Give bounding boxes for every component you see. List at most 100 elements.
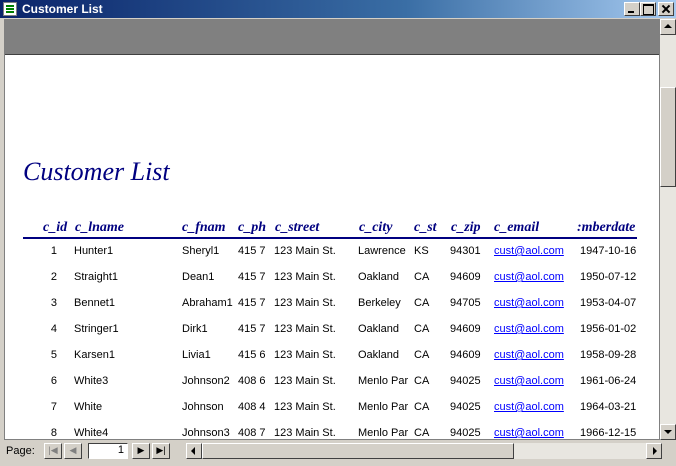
maximize-button[interactable] — [640, 2, 656, 16]
cell-c-lname: White3 — [74, 375, 109, 387]
first-page-button[interactable]: |◀ — [44, 443, 62, 459]
cell-c-lname: Hunter1 — [74, 245, 114, 257]
cell-c-street: 123 Main St. — [274, 323, 336, 335]
column-header-c-st: c_st — [414, 220, 437, 235]
cell-c-st: CA — [414, 401, 430, 413]
table-row: 1 Hunter1 Sheryl1 415 7 123 Main St. Lawrence… — [5, 245, 659, 271]
record-navigation-bar: Page: |◀ ◀ 1 ▶ ▶| — [0, 440, 676, 466]
horizontal-scroll-thumb[interactable] — [202, 443, 514, 459]
next-record-icon: ▶ — [137, 445, 145, 455]
table-row: 6 White3 Johnson2 408 6 123 Main St. Menlo Pa… — [5, 375, 659, 401]
cell-c-phone: 415 6 — [238, 349, 266, 361]
cell-c-lname: Karsen1 — [74, 349, 115, 361]
cell-c-st: KS — [414, 245, 429, 257]
cell-c-phone: 408 7 — [238, 427, 266, 439]
cell-c-st: CA — [414, 297, 430, 309]
report-icon[interactable] — [3, 2, 17, 16]
column-header-memberdate: :mberdate — [577, 220, 636, 235]
report-window: Customer List Customer List c_id c_lname c… — [0, 0, 676, 466]
table-row: 4 Stringer1 Dirk1 415 7 123 Main St. Oakland C… — [5, 323, 659, 349]
cell-c-city: Oakland — [358, 323, 399, 335]
table-row: 5 Karsen1 Livia1 415 6 123 Main St. Oakland CA… — [5, 349, 659, 375]
cell-c-email[interactable]: cust@aol.com — [494, 349, 566, 361]
next-page-button[interactable]: ▶ — [132, 443, 150, 459]
cell-c-id: 4 — [50, 323, 57, 335]
close-button[interactable] — [658, 2, 674, 16]
size-grip[interactable] — [662, 444, 676, 466]
cell-c-city: Lawrence — [358, 245, 406, 257]
cell-c-fname: Johnson2 — [182, 375, 230, 387]
cell-c-st: CA — [414, 271, 430, 283]
cell-c-lname: White4 — [74, 427, 109, 439]
cell-c-city: Menlo Par — [358, 401, 409, 413]
cell-c-id: 1 — [50, 245, 57, 257]
column-header-c-zip: c_zip — [451, 220, 481, 235]
scroll-down-button[interactable] — [660, 424, 676, 440]
column-header-c-fname: c_fnam — [182, 220, 226, 235]
column-header-c-lname: c_lname — [75, 220, 124, 235]
cell-c-lname: Bennet1 — [74, 297, 115, 309]
column-header-c-phone: c_ph — [238, 220, 266, 235]
column-header-c-street: c_street — [275, 220, 320, 235]
cell-c-phone: 408 6 — [238, 375, 266, 387]
cell-c-zip: 94705 — [450, 297, 481, 309]
cell-c-phone: 415 7 — [238, 245, 266, 257]
cell-c-email[interactable]: cust@aol.com — [494, 427, 566, 439]
previous-record-icon: ◀ — [69, 445, 77, 455]
cell-c-zip: 94301 — [450, 245, 481, 257]
cell-c-email[interactable]: cust@aol.com — [494, 401, 566, 413]
cell-c-email[interactable]: cust@aol.com — [494, 271, 566, 283]
cell-c-zip: 94609 — [450, 323, 481, 335]
cell-c-lname: White — [74, 401, 103, 413]
cell-memberdate: 1961-06-24 — [580, 375, 637, 387]
cell-c-zip: 94609 — [450, 271, 481, 283]
vertical-scrollbar[interactable] — [660, 19, 676, 440]
page-number-field[interactable]: 1 — [88, 443, 128, 459]
cell-c-st: CA — [414, 349, 430, 361]
table-row: 8 White4 Johnson3 408 7 123 Main St. Menlo Pa… — [5, 427, 659, 439]
cell-c-id: 3 — [50, 297, 57, 309]
cell-c-fname: Johnson3 — [182, 427, 230, 439]
cell-c-fname: Dean1 — [182, 271, 215, 283]
cell-c-city: Oakland — [358, 349, 399, 361]
horizontal-scrollbar[interactable] — [186, 443, 662, 459]
vertical-scroll-thumb[interactable] — [660, 87, 676, 187]
cell-c-email[interactable]: cust@aol.com — [494, 297, 566, 309]
cell-c-fname: Johnson — [182, 401, 224, 413]
previous-page-button[interactable]: ◀ — [64, 443, 82, 459]
cell-c-email[interactable]: cust@aol.com — [494, 375, 566, 387]
cell-c-email[interactable]: cust@aol.com — [494, 323, 566, 335]
cell-c-phone: 415 7 — [238, 297, 266, 309]
cell-c-zip: 94025 — [450, 401, 481, 413]
report-title: Customer List — [23, 157, 170, 186]
cell-c-street: 123 Main St. — [274, 349, 336, 361]
scroll-up-button[interactable] — [660, 19, 676, 35]
cell-c-id: 2 — [50, 271, 57, 283]
cell-c-street: 123 Main St. — [274, 375, 336, 387]
title-bar[interactable]: Customer List — [0, 0, 676, 18]
cell-memberdate: 1956-01-02 — [580, 323, 637, 335]
cell-memberdate: 1966-12-15 — [580, 427, 637, 439]
cell-c-st: CA — [414, 323, 430, 335]
minimize-button[interactable] — [624, 2, 640, 16]
cell-c-street: 123 Main St. — [274, 271, 336, 283]
last-page-button[interactable]: ▶| — [152, 443, 170, 459]
cell-c-id: 8 — [50, 427, 57, 439]
cell-c-email[interactable]: cust@aol.com — [494, 245, 566, 257]
scroll-left-button[interactable] — [186, 443, 202, 459]
table-row: 7 White Johnson 408 4 123 Main St. Menlo Par C… — [5, 401, 659, 427]
cell-c-city: Menlo Par — [358, 375, 409, 387]
cell-c-fname: Dirk1 — [182, 323, 208, 335]
cell-memberdate: 1964-03-21 — [580, 401, 637, 413]
page-label: Page: — [6, 445, 35, 457]
column-header-c-email: c_email — [494, 220, 540, 235]
cell-c-street: 123 Main St. — [274, 297, 336, 309]
column-header-c-id: c_id — [43, 220, 68, 235]
cell-memberdate: 1950-07-12 — [580, 271, 637, 283]
cell-c-st: CA — [414, 427, 430, 439]
cell-c-phone: 415 7 — [238, 323, 266, 335]
scroll-right-button[interactable] — [646, 443, 662, 459]
cell-c-id: 6 — [50, 375, 57, 387]
cell-memberdate: 1947-10-16 — [580, 245, 637, 257]
cell-c-city: Berkeley — [358, 297, 401, 309]
